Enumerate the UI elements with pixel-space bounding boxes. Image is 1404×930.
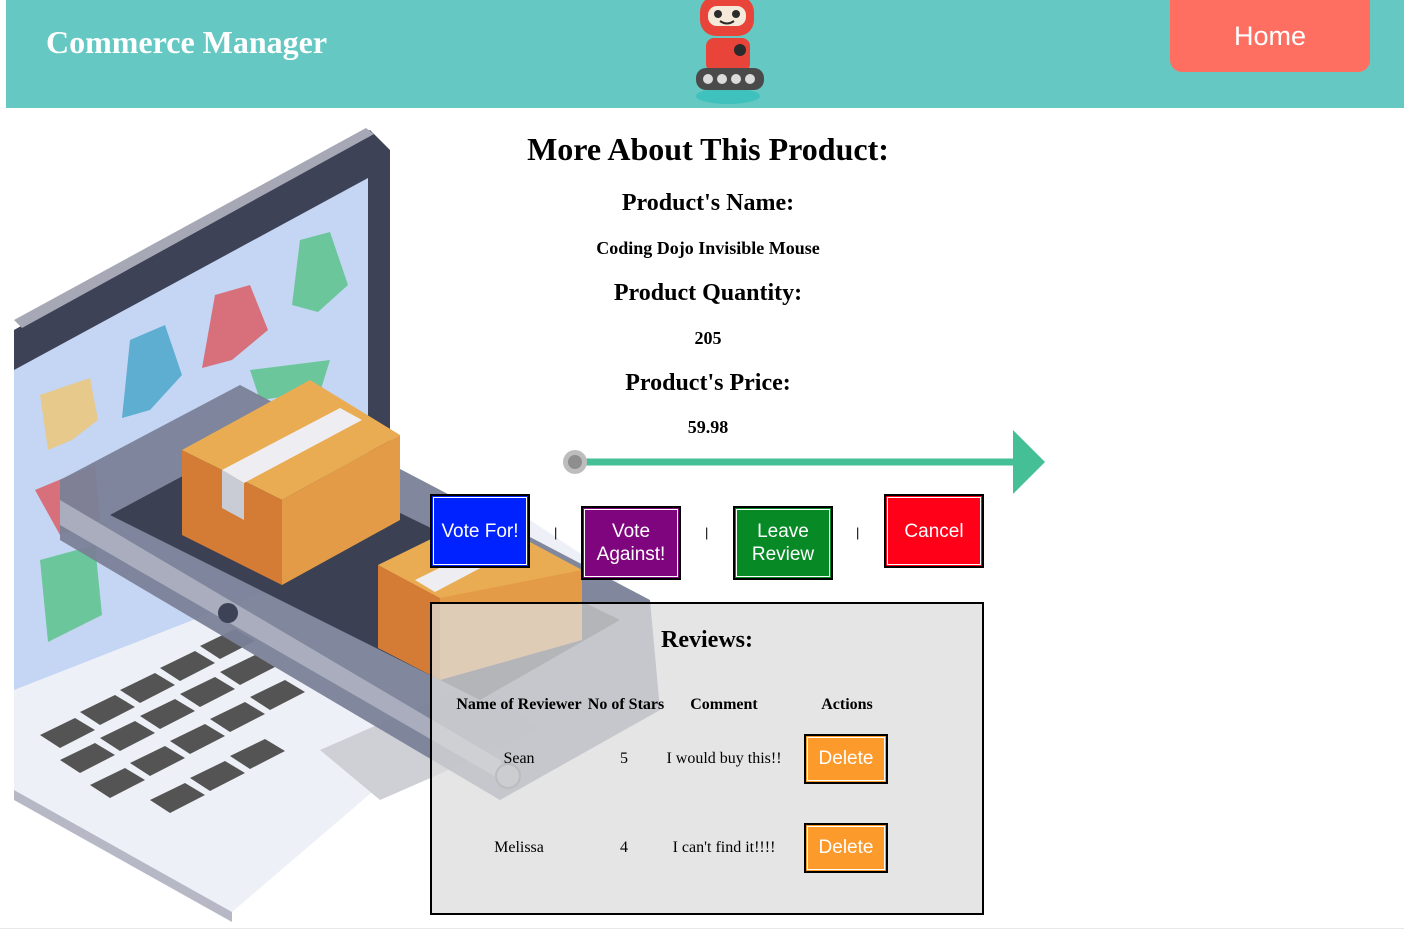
product-price-value: 59.98 — [687, 417, 729, 437]
product-name-value: Coding Dojo Invisible Mouse — [596, 238, 820, 258]
home-button[interactable]: Home — [1170, 0, 1370, 72]
cancel-button[interactable]: Cancel — [884, 494, 984, 568]
separator: | — [554, 525, 558, 540]
leave-review-button[interactable]: Leave Review — [733, 506, 833, 580]
page-title: More About This Product: — [527, 131, 889, 167]
column-header-actions: Actions — [821, 696, 873, 713]
product-quantity-value: 205 — [694, 328, 722, 348]
delete-review-button[interactable]: Delete — [804, 823, 888, 873]
column-header-comment: Comment — [690, 696, 758, 713]
app-brand-title: Commerce Manager — [46, 24, 328, 60]
column-header-reviewer: Name of Reviewer — [456, 696, 582, 713]
reviews-heading: Reviews: — [661, 627, 753, 653]
arrow-right-icon — [563, 430, 1045, 494]
divider — [0, 928, 1404, 929]
robot-mascot-icon — [696, 0, 764, 104]
review-name: Melissa — [494, 839, 544, 856]
column-header-stars: No of Stars — [587, 696, 665, 713]
separator: | — [856, 525, 860, 540]
top-navbar: Commerce Manager Home — [6, 0, 1404, 108]
review-name: Sean — [503, 750, 535, 767]
separator: | — [705, 525, 709, 540]
review-stars: 5 — [620, 750, 628, 767]
product-quantity-label: Product Quantity: — [613, 280, 803, 306]
vote-for-button[interactable]: Vote For! — [430, 494, 530, 568]
review-comment: I would buy this!! — [666, 750, 782, 767]
vote-against-button[interactable]: Vote Against! — [581, 506, 681, 580]
product-price-label: Product's Price: — [625, 370, 791, 396]
review-comment: I can't find it!!!! — [672, 839, 776, 856]
reviews-panel: Reviews: Name of Reviewer No of Stars Co… — [430, 602, 984, 915]
product-name-label: Product's Name: — [621, 190, 795, 216]
delete-review-button[interactable]: Delete — [804, 734, 888, 784]
review-stars: 4 — [620, 839, 628, 856]
